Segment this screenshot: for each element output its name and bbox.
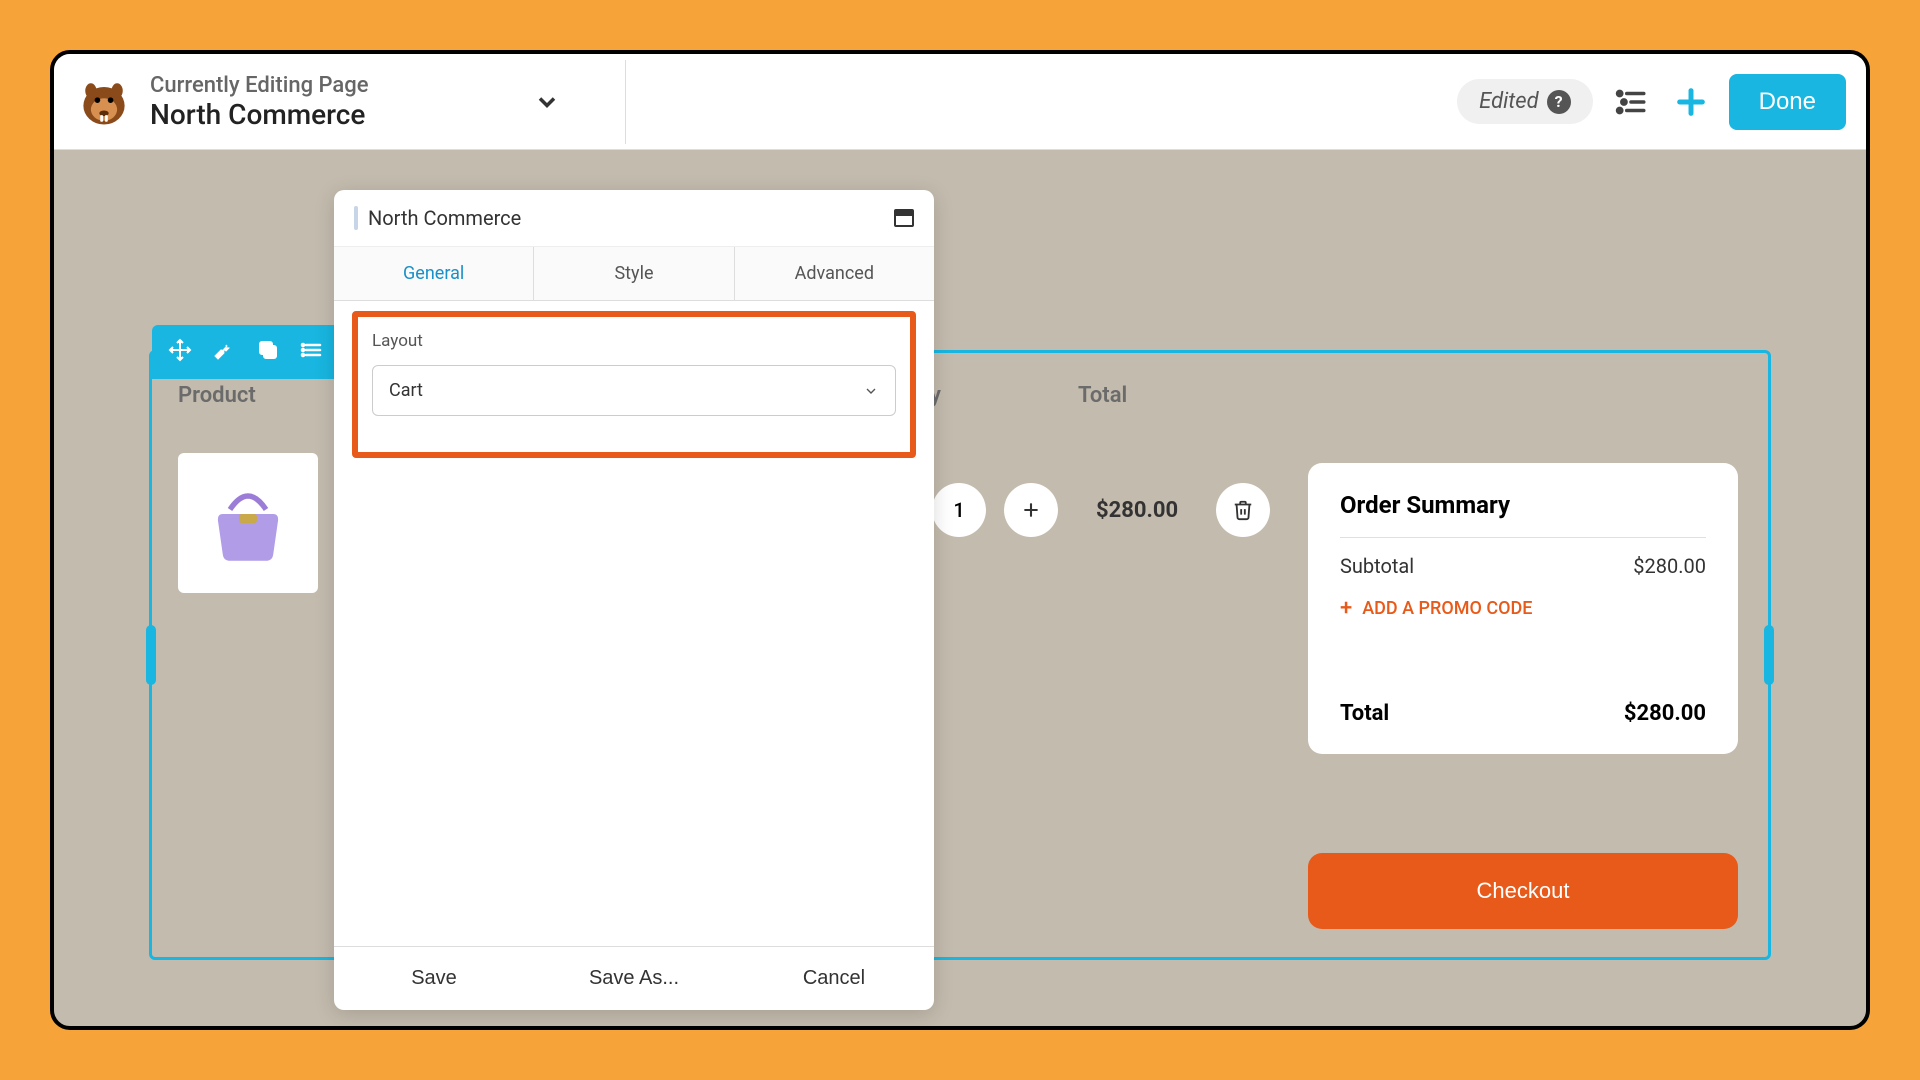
- total-row: Total $280.00: [1340, 701, 1706, 726]
- list-icon[interactable]: [300, 338, 324, 366]
- divider: [1340, 537, 1706, 538]
- total-value: $280.00: [1624, 701, 1706, 726]
- promo-label: ADD A PROMO CODE: [1362, 598, 1532, 619]
- help-icon: ?: [1547, 90, 1571, 114]
- layout-select[interactable]: Cart: [372, 365, 896, 416]
- product-image: [178, 453, 318, 593]
- remove-item-button[interactable]: [1216, 483, 1270, 537]
- done-button[interactable]: Done: [1729, 74, 1846, 130]
- tab-style[interactable]: Style: [534, 247, 734, 300]
- divider: [625, 60, 626, 144]
- tab-advanced[interactable]: Advanced: [735, 247, 934, 300]
- page-title: North Commerce: [150, 98, 369, 131]
- line-total: $280.00: [1096, 498, 1178, 523]
- add-module-button[interactable]: [1669, 80, 1713, 124]
- panel-header: North Commerce: [334, 190, 934, 247]
- block-toolbar: [152, 325, 340, 379]
- layout-field-highlight: Layout Cart: [352, 311, 916, 458]
- layout-value: Cart: [389, 380, 423, 401]
- outline-toggle-button[interactable]: [1609, 80, 1653, 124]
- subtotal-label: Subtotal: [1340, 554, 1414, 578]
- quantity-controls: 1 $280.00: [932, 483, 1270, 537]
- edited-label: Edited: [1479, 89, 1538, 114]
- cart-row: [178, 453, 318, 593]
- wrench-icon[interactable]: [212, 338, 236, 366]
- panel-accent: [354, 206, 358, 230]
- panel-body: Layout Cart: [334, 301, 934, 946]
- subtotal-row: Subtotal $280.00: [1340, 554, 1706, 578]
- save-button[interactable]: Save: [334, 967, 534, 990]
- duplicate-icon[interactable]: [256, 338, 280, 366]
- quantity-value: 1: [932, 483, 986, 537]
- panel-title: North Commerce: [368, 206, 884, 230]
- resize-handle-left[interactable]: [146, 625, 156, 685]
- resize-handle-right[interactable]: [1764, 625, 1774, 685]
- layout-label: Layout: [372, 331, 896, 351]
- edited-status[interactable]: Edited ?: [1457, 79, 1592, 124]
- tab-general[interactable]: General: [334, 247, 534, 300]
- quantity-increase-button[interactable]: [1004, 483, 1058, 537]
- chevron-down-icon: [863, 383, 879, 399]
- cancel-button[interactable]: Cancel: [734, 967, 934, 990]
- save-as-button[interactable]: Save As...: [534, 967, 734, 990]
- page-dropdown-button[interactable]: [525, 80, 569, 124]
- summary-title: Order Summary: [1340, 491, 1706, 519]
- title-block: Currently Editing Page North Commerce: [150, 73, 369, 131]
- canvas: Product Quantity Total 1 $280.00: [54, 150, 1866, 1026]
- window-icon[interactable]: [894, 209, 914, 227]
- beaver-logo-icon: [74, 72, 134, 132]
- order-summary-card: Order Summary Subtotal $280.00 + ADD A P…: [1308, 463, 1738, 754]
- tabs-row: General Style Advanced: [334, 247, 934, 301]
- plus-icon: +: [1340, 596, 1352, 621]
- move-icon[interactable]: [168, 338, 192, 366]
- panel-footer: Save Save As... Cancel: [334, 946, 934, 1010]
- header-total: Total: [1078, 383, 1127, 408]
- total-label: Total: [1340, 701, 1389, 726]
- subtotal-value: $280.00: [1633, 554, 1706, 578]
- module-settings-panel: North Commerce General Style Advanced La…: [334, 190, 934, 1010]
- top-bar: Currently Editing Page North Commerce Ed…: [54, 54, 1866, 150]
- add-promo-code-button[interactable]: + ADD A PROMO CODE: [1340, 596, 1706, 621]
- checkout-button[interactable]: Checkout: [1308, 853, 1738, 929]
- app-frame: Currently Editing Page North Commerce Ed…: [50, 50, 1870, 1030]
- editing-label: Currently Editing Page: [150, 73, 369, 98]
